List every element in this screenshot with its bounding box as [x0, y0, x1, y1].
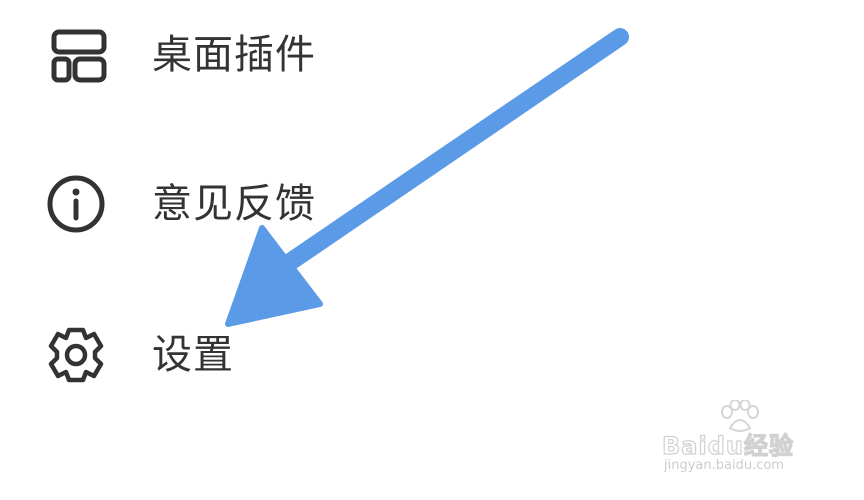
watermark-brand: Baidu经验 [661, 431, 794, 460]
menu-item-settings[interactable]: 设置 [0, 300, 864, 410]
watermark-url: jingyan.baidu.com [664, 458, 784, 473]
baidu-jingyan-watermark: Baidu经验 jingyan.baidu.com [661, 400, 818, 480]
menu-item-label: 意见反馈 [152, 181, 316, 227]
menu-item-feedback[interactable]: 意见反馈 [0, 149, 864, 259]
menu-item-label: 桌面插件 [152, 32, 316, 78]
settings-menu-screen: 桌面插件 意见反馈 设置 Baidu经验 jingyan.baidu.com [0, 0, 864, 500]
menu-item-desktop-widgets[interactable]: 桌面插件 [0, 0, 864, 110]
gear-icon [44, 323, 108, 387]
widgets-icon [44, 23, 108, 87]
info-icon [44, 172, 108, 236]
menu-item-label: 设置 [152, 332, 234, 378]
